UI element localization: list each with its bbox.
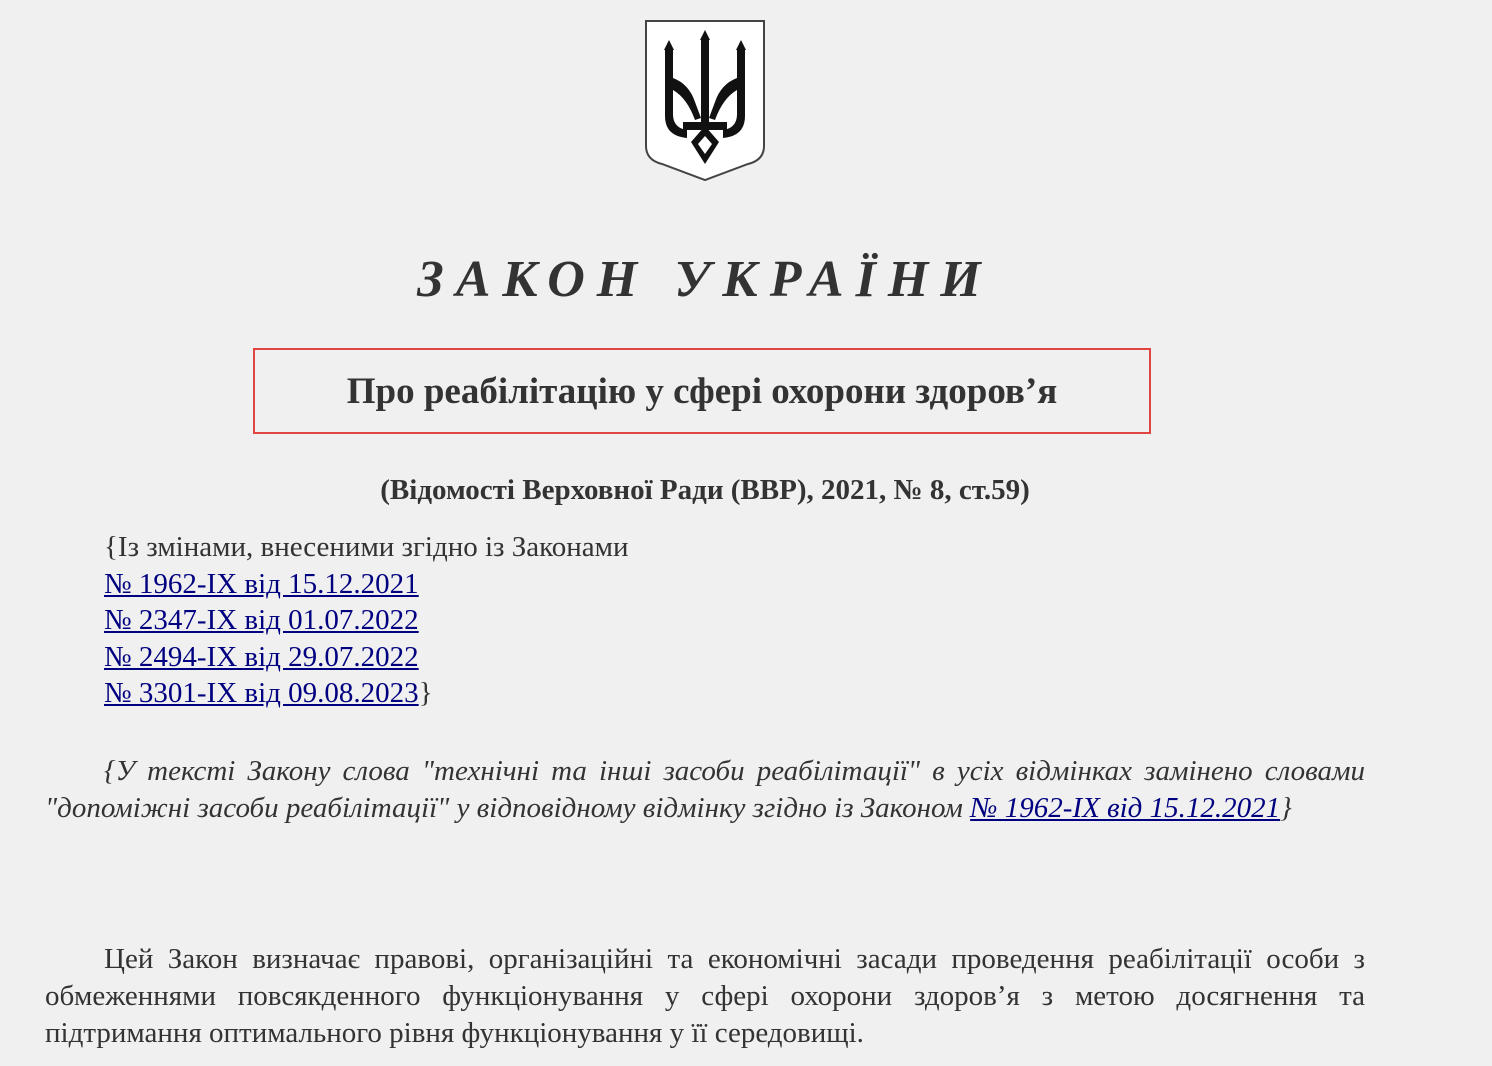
preamble-paragraph: Цей Закон визначає правові, організаційн… [45,943,1365,1049]
amendment-line: № 2347-IX від 01.07.2022 [104,602,629,639]
amendment-line: № 2494-IX від 29.07.2022 [104,639,629,676]
editorial-note: {У тексті Закону слова "технічні та інші… [45,753,1365,826]
note-closing-brace: } [1280,791,1292,824]
amendments-closing-brace: } [418,677,433,709]
amendment-link-2347[interactable]: № 2347-IX від 01.07.2022 [104,604,419,636]
note-link-1962[interactable]: № 1962-IX від 15.12.2021 [970,792,1280,824]
law-title-box: Про реабілітацію у сфері охорони здоров’… [253,348,1151,434]
law-title: Про реабілітацію у сфері охорони здоров’… [346,370,1058,412]
amendment-link-1962[interactable]: № 1962-IX від 15.12.2021 [104,568,419,600]
amendments-intro: {Із змінами, внесеними згідно із Законам… [104,531,629,563]
law-heading: ЗАКОН УКРАЇНИ [417,251,993,308]
amendment-line: № 3301-IX від 09.08.2023} [104,675,629,712]
gazette-reference: (Відомості Верховної Ради (ВВР), 2021, №… [380,474,1030,506]
amendment-link-2494[interactable]: № 2494-IX від 29.07.2022 [104,641,419,673]
amendment-link-3301[interactable]: № 3301-IX від 09.08.2023 [104,677,419,709]
amendment-line: № 1962-IX від 15.12.2021 [104,566,629,603]
coat-of-arms-of-ukraine-icon [643,18,767,182]
amendments-block: {Із змінами, внесеними згідно із Законам… [104,529,629,712]
